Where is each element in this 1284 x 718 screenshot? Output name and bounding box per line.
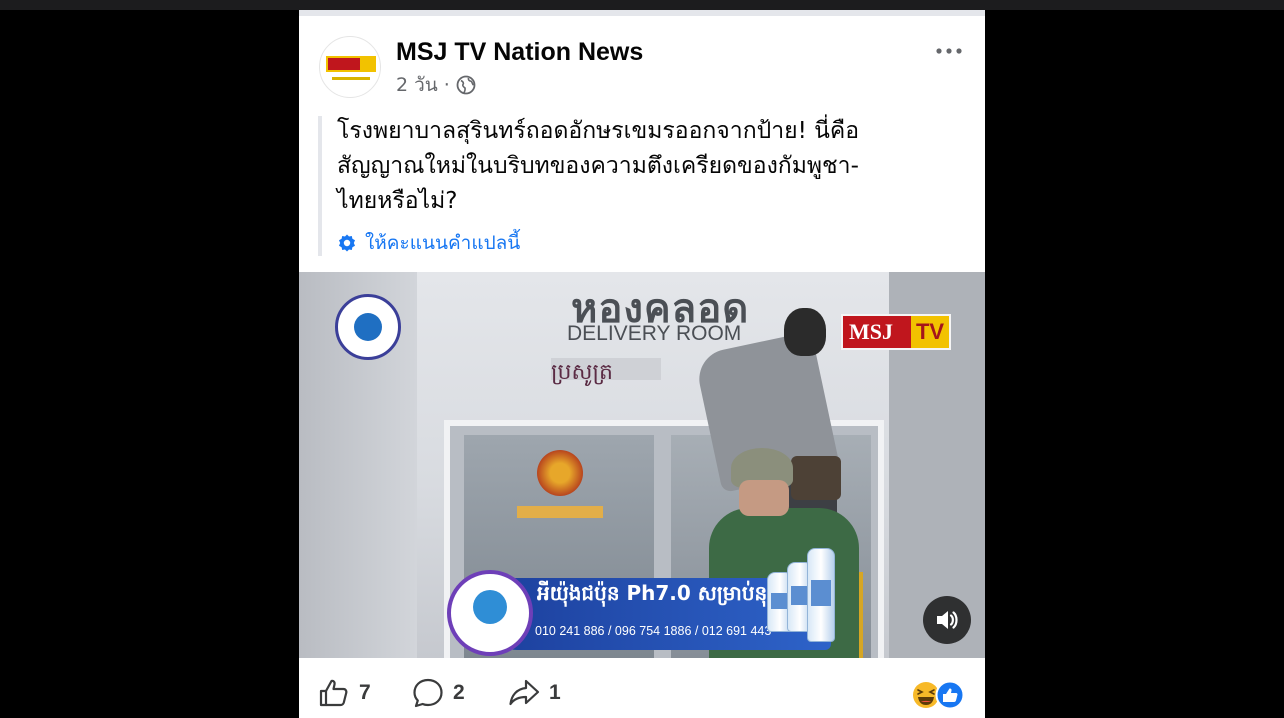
- speaker-icon: [937, 611, 958, 629]
- like-count: 7: [359, 681, 371, 704]
- post-time[interactable]: 2 วัน: [396, 70, 438, 100]
- ad-khmer-text: អីយ៉ុងជប៉ុន Ph7.0 សម្រាប់នុងជុំ: [537, 581, 793, 605]
- post-text-line: โรงพยาบาลสุรินทร์ถอดอักษรเขมรออกจากป้าย!…: [337, 118, 860, 144]
- watermark-tv: TV: [911, 316, 949, 348]
- quote-bar: [318, 116, 322, 256]
- video-player[interactable]: หองคลอด DELIVERY ROOM ប្រសូត្រ MSJ TV អី…: [299, 272, 985, 658]
- action-bar: 7 2 1: [299, 672, 985, 718]
- globe-icon[interactable]: [456, 75, 476, 95]
- sound-button[interactable]: [923, 596, 971, 644]
- post-text-line: สัญญาณใหม่ในบริบทของความตึงเครียดของกัมพ…: [337, 153, 859, 179]
- share-button[interactable]: 1: [507, 676, 561, 710]
- post-text: โรงพยาบาลสุรินทร์ถอดอักษรเขมรออกจากป้าย!…: [337, 114, 957, 219]
- comment-icon: [413, 678, 443, 708]
- page-avatar[interactable]: [319, 36, 381, 98]
- ad-logo: [447, 570, 533, 656]
- worker-face: [739, 480, 789, 516]
- thumbs-up-icon: [319, 679, 348, 707]
- page-name-link[interactable]: MSJ TV Nation News: [396, 38, 643, 67]
- sign-khmer-text: ប្រសូត្រ: [551, 360, 613, 385]
- post-meta: 2 วัน ·: [396, 73, 476, 97]
- comment-button[interactable]: 2: [411, 676, 465, 710]
- channel-round-logo: [335, 294, 401, 360]
- msj-tv-watermark: MSJ TV: [841, 314, 951, 350]
- share-count: 1: [549, 681, 561, 704]
- like-icon: [935, 680, 965, 710]
- post-text-line: ไทยหรือไม่?: [337, 188, 458, 214]
- emblem-caption: [517, 506, 603, 518]
- gear-icon: [339, 234, 355, 252]
- msj-logo: [326, 56, 376, 72]
- worker-bag: [791, 456, 841, 500]
- water-bottle: [807, 548, 835, 642]
- hospital-emblem: [537, 450, 583, 496]
- post-card: MSJ TV Nation News 2 วัน · โรงพยาบาลสุริ…: [299, 10, 985, 718]
- rate-translation-link[interactable]: ให้คะแนนคำแปลนี้: [337, 228, 520, 258]
- reactions-summary[interactable]: [911, 680, 967, 710]
- ad-phone-numbers: 010 241 886 / 096 754 1886 / 012 691 443: [535, 624, 772, 638]
- share-icon: [509, 679, 540, 706]
- logo-subtext-line: [332, 77, 370, 80]
- watermark-msj: MSJ: [849, 319, 893, 344]
- worker-head: [784, 308, 826, 356]
- more-options-icon[interactable]: [933, 40, 965, 62]
- top-strip: [0, 0, 1284, 10]
- haha-icon: [913, 682, 939, 708]
- meta-separator: ·: [443, 74, 450, 96]
- card-top-border: [299, 10, 985, 16]
- rate-translation-label: ให้คะแนนคำแปลนี้: [365, 232, 521, 254]
- sign-english-text: DELIVERY ROOM: [567, 322, 742, 345]
- like-button[interactable]: 7: [317, 676, 371, 710]
- comment-count: 2: [453, 681, 465, 704]
